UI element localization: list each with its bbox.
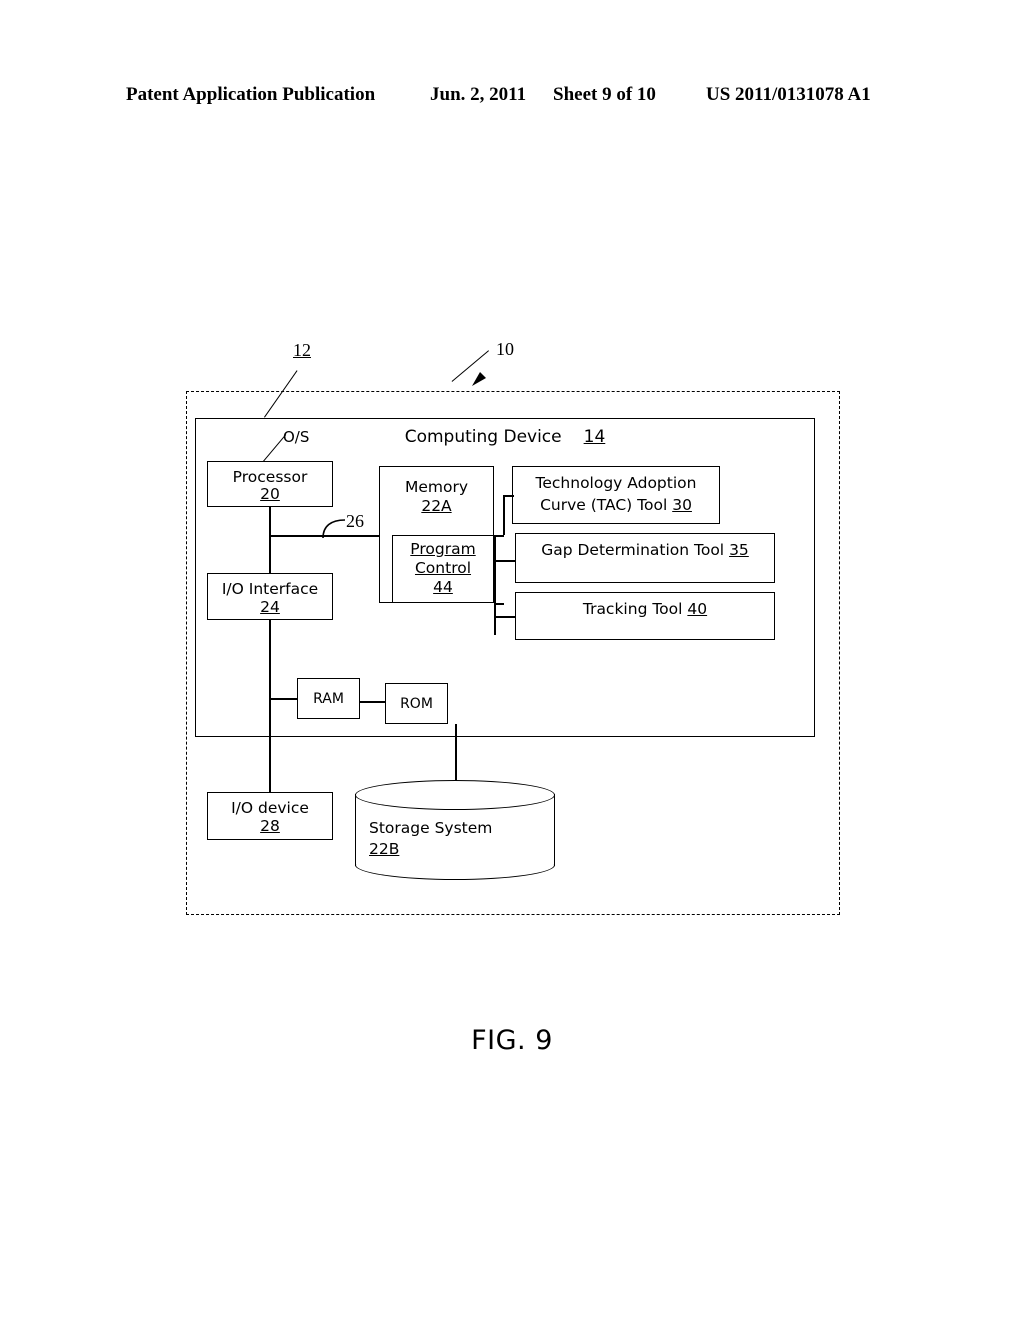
memory-label: Memory xyxy=(404,478,469,496)
tracking-tool-block: Tracking Tool 40 xyxy=(515,592,775,640)
program-control-line2: Control xyxy=(414,559,472,577)
connector-io-interface-to-io-device xyxy=(269,620,271,792)
os-label: O/S xyxy=(283,428,310,446)
processor-block: Processor 20 xyxy=(207,461,333,507)
reference-numeral-12: 12 xyxy=(293,340,311,360)
connector-to-tracking-tool xyxy=(494,616,516,618)
gap-determination-tool-label: Gap Determination Tool 35 xyxy=(516,540,774,561)
reference-numeral-10: 10 xyxy=(496,339,514,359)
rom-block: ROM xyxy=(385,683,448,724)
connector-spine-tac xyxy=(503,495,505,535)
patent-figure-page: Patent Application Publication Jun. 2, 2… xyxy=(0,0,1024,1320)
arrowhead-10-icon xyxy=(472,372,486,386)
io-device-ref: 28 xyxy=(260,817,280,835)
memory-ref: 22A xyxy=(421,497,452,515)
tracking-tool-label: Tracking Tool 40 xyxy=(516,599,774,620)
program-control-ref: 44 xyxy=(433,578,453,596)
tac-tool-ref: 30 xyxy=(672,496,692,514)
figure-caption: FIG. 9 xyxy=(471,1025,553,1056)
rom-label: ROM xyxy=(400,696,433,712)
computing-device-title-text: Computing Device xyxy=(404,427,562,447)
io-interface-ref: 24 xyxy=(260,598,280,616)
gap-determination-tool-block: Gap Determination Tool 35 xyxy=(515,533,775,583)
publication-type-text: Patent Application Publication xyxy=(126,84,376,105)
connector-to-tac-tool xyxy=(503,495,514,497)
computing-device-ref: 14 xyxy=(583,427,606,447)
storage-system-ref: 22B xyxy=(369,840,400,858)
program-control-block: Program Control 44 xyxy=(392,535,494,603)
publication-date-text: Jun. 2, 2011 xyxy=(430,84,527,105)
publication-header: Patent Application Publication Jun. 2, 2… xyxy=(0,84,1024,112)
storage-cylinder-top xyxy=(355,780,555,810)
ram-label: RAM xyxy=(313,691,344,707)
tac-tool-line2-text: Curve (TAC) Tool xyxy=(540,496,668,514)
processor-ref: 20 xyxy=(260,485,280,503)
storage-system-text: Storage System 22B xyxy=(369,818,492,860)
leader-curve-26 xyxy=(322,519,346,539)
io-device-block: I/O device 28 xyxy=(207,792,333,840)
connector-spine-tools xyxy=(494,535,496,635)
connector-to-gap-tool xyxy=(494,560,516,562)
ram-block: RAM xyxy=(297,678,360,719)
io-interface-block: I/O Interface 24 xyxy=(207,573,333,620)
publication-number-text: US 2011/0131078 A1 xyxy=(706,84,871,105)
storage-system-label: Storage System xyxy=(369,819,493,837)
tac-tool-line1: Technology Adoption xyxy=(535,474,697,492)
connector-processor-to-io-interface xyxy=(269,507,271,574)
sheet-number-text: Sheet 9 of 10 xyxy=(553,84,656,105)
gap-determination-tool-text: Gap Determination Tool xyxy=(541,541,725,559)
tac-tool-block: Technology Adoption Curve (TAC) Tool 30 xyxy=(512,466,720,524)
gap-determination-tool-ref: 35 xyxy=(729,541,749,559)
connector-ram-to-rom xyxy=(360,701,386,703)
tac-tool-line2: Curve (TAC) Tool 30 xyxy=(513,495,719,516)
tracking-tool-text: Tracking Tool xyxy=(582,600,683,618)
tracking-tool-ref: 40 xyxy=(687,600,708,618)
connector-program-control-out xyxy=(494,603,504,605)
program-control-line1: Program xyxy=(410,540,476,558)
connector-io-interface-to-ram xyxy=(269,698,298,700)
storage-system-block: Storage System 22B xyxy=(355,780,555,880)
